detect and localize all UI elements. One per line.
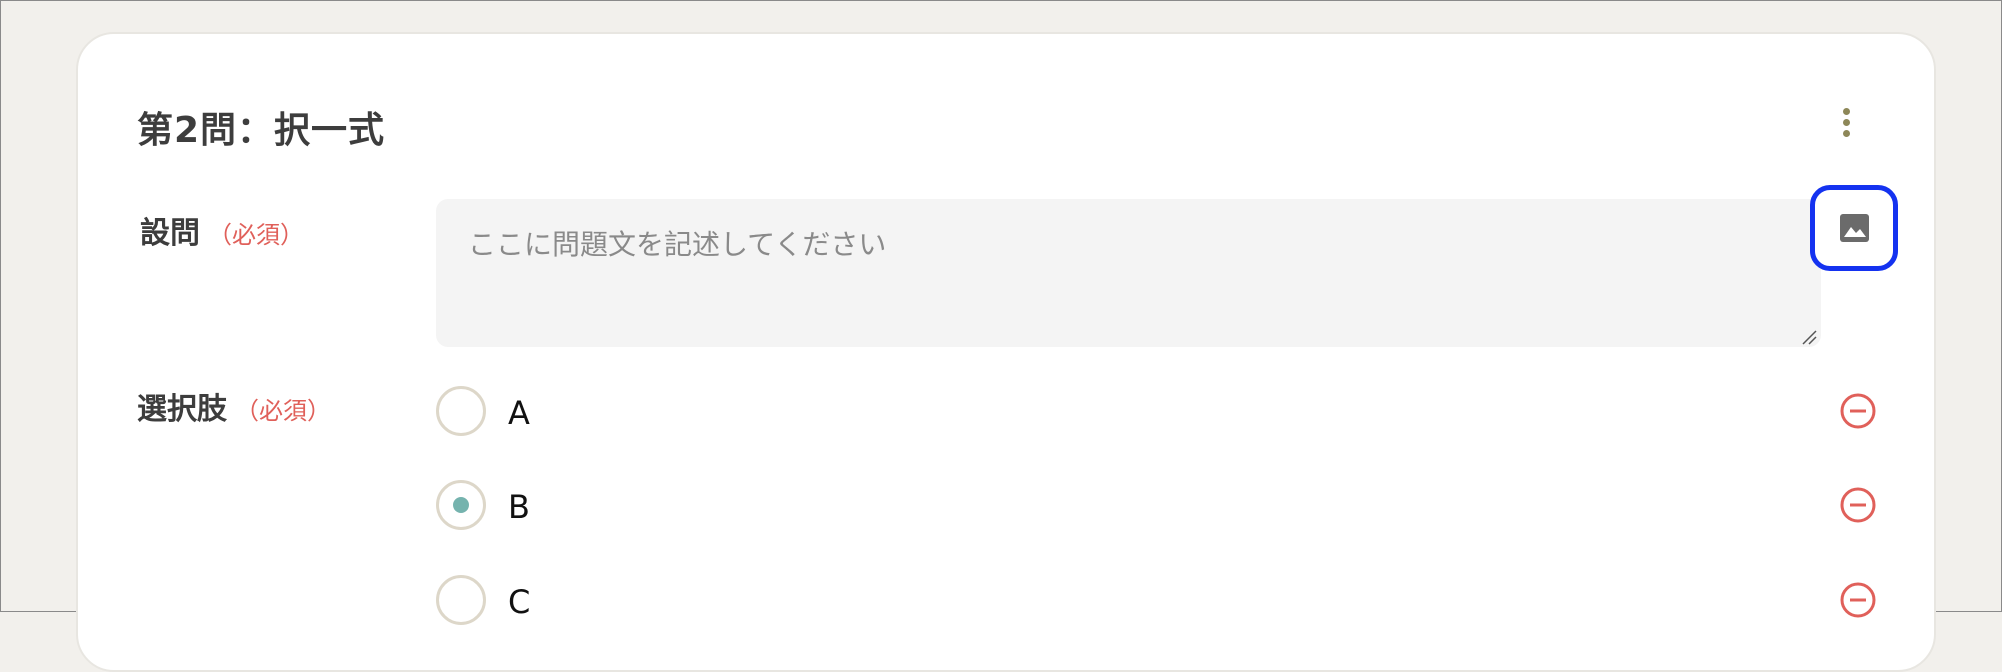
prompt-label: 設問 （必須）	[140, 208, 304, 252]
minus-circle-icon[interactable]	[1838, 485, 1878, 525]
radio-selected-dot	[453, 497, 469, 513]
choice-label: C	[508, 583, 531, 621]
radio-option-b[interactable]	[436, 480, 486, 530]
choices-label: 選択肢 （必須）	[137, 384, 331, 428]
image-icon	[1840, 214, 1869, 242]
minus-circle-icon[interactable]	[1838, 391, 1878, 431]
kebab-menu-icon[interactable]	[1835, 106, 1859, 140]
question-title: 第2問：択一式	[137, 110, 386, 151]
question-text-input[interactable]	[436, 199, 1821, 347]
radio-option-a[interactable]	[436, 386, 486, 436]
insert-image-button[interactable]	[1810, 185, 1898, 271]
choice-label: B	[508, 488, 530, 526]
choice-option-b: B	[436, 480, 1896, 532]
choice-option-c: C	[436, 575, 1896, 627]
required-note: （必須）	[208, 221, 304, 249]
choices-label-text: 選択肢	[137, 392, 227, 427]
choice-label: A	[508, 394, 530, 432]
choice-option-a: A	[436, 386, 1896, 438]
resize-handle-icon[interactable]	[1801, 329, 1817, 345]
minus-circle-icon[interactable]	[1838, 580, 1878, 620]
radio-option-c[interactable]	[436, 575, 486, 625]
prompt-label-text: 設問	[140, 216, 200, 251]
required-note: （必須）	[235, 397, 331, 425]
